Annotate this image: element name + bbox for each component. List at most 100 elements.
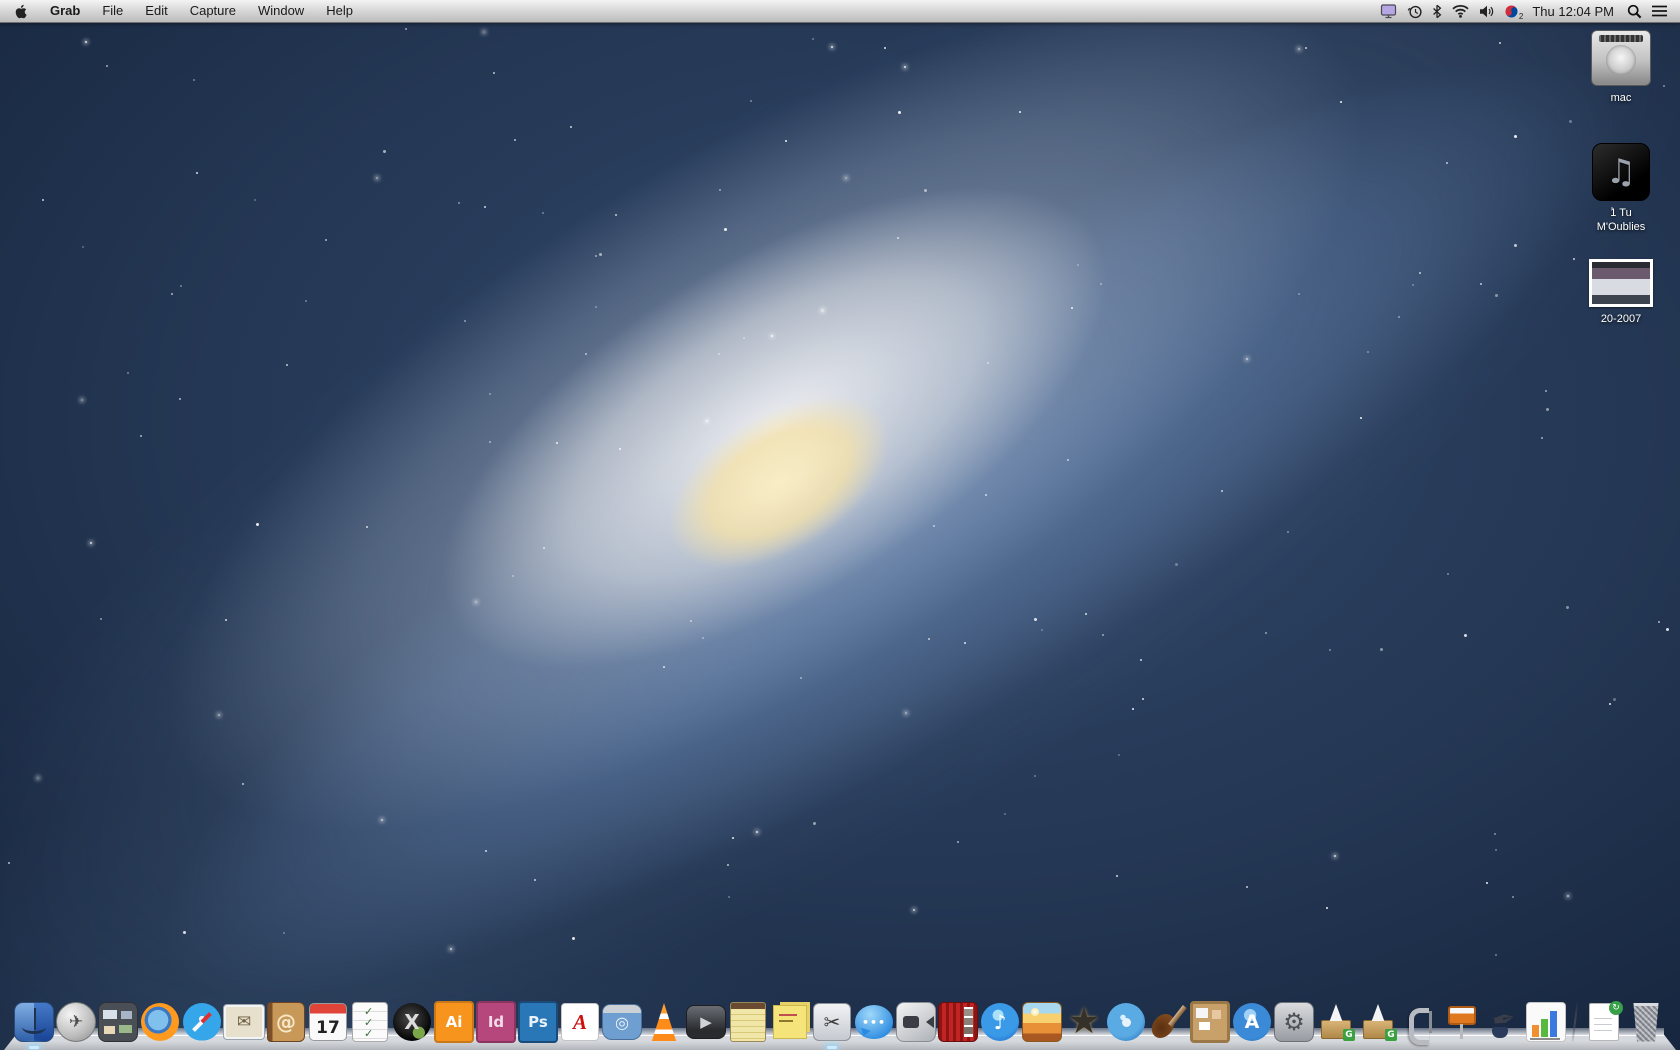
dock-icon-reminders[interactable]: ✓✓✓ — [350, 1002, 390, 1042]
hard-drive-icon — [1591, 30, 1651, 86]
desktop-screen: Grab File Edit Capture Window Help 2 Thu… — [0, 0, 1680, 1050]
dock-icon-messages[interactable]: ••• — [854, 1002, 894, 1042]
app-store-icon: A — [1233, 1003, 1271, 1041]
dock-icon-photoshop[interactable]: Ps — [518, 1001, 558, 1043]
dock-icon-itunes[interactable]: ♪ — [980, 1002, 1020, 1042]
imovie-star-icon: ★ — [1067, 1001, 1101, 1042]
bluetooth-icon[interactable] — [1432, 4, 1442, 19]
menu-clock[interactable]: Thu 12:04 PM — [1528, 4, 1618, 19]
audio-file-icon: ♫ — [1592, 143, 1650, 201]
dock-icon-system-preferences[interactable]: ⚙ — [1274, 1002, 1314, 1042]
dock-icon-launchpad[interactable]: ✈ — [56, 1002, 96, 1042]
running-indicator — [29, 1046, 39, 1049]
dock-icon-numbers[interactable] — [1526, 1002, 1566, 1042]
dock-icon-finder[interactable] — [14, 1002, 54, 1049]
wallpaper — [0, 0, 1680, 1050]
korean-input-flag-icon — [1505, 5, 1518, 17]
dock-icon-pages[interactable]: ✒ — [1484, 1000, 1524, 1042]
wifi-icon[interactable] — [1451, 4, 1470, 18]
dock-icon-keynote[interactable] — [1442, 1002, 1482, 1042]
iphoto-sunset-icon — [1022, 1002, 1062, 1042]
photoshop-icon: Ps — [518, 1001, 558, 1043]
desktop-icon-mac[interactable]: mac — [1573, 30, 1669, 105]
desktop-icon-audio-file[interactable]: ♫ 1 Tu M'Oublies — [1573, 143, 1669, 234]
menu-capture[interactable]: Capture — [179, 0, 247, 22]
dock-icon-corkboard[interactable] — [1190, 1001, 1230, 1043]
input-source-menu[interactable]: 2 — [1504, 4, 1523, 21]
calendar-icon: 17 — [309, 1003, 347, 1041]
volume-icon[interactable] — [1479, 5, 1495, 18]
dock-icon-iphoto[interactable] — [1022, 1002, 1062, 1042]
apple-logo-icon — [15, 4, 27, 18]
dock-icon-calendar[interactable]: 17 — [308, 1002, 348, 1042]
dock-icon-stuffit[interactable] — [1400, 1002, 1440, 1045]
safari-compass-icon — [183, 1003, 221, 1041]
menu-window[interactable]: Window — [247, 0, 315, 22]
menu-grab[interactable]: Grab — [39, 0, 91, 22]
stuffit-expander-box-icon: G — [1317, 1003, 1355, 1041]
dock-icon-stickies[interactable] — [770, 1002, 810, 1042]
finder-icon — [14, 1002, 54, 1042]
menu-file[interactable]: File — [91, 0, 134, 22]
dock-icon-toast[interactable]: ◎ — [602, 1002, 642, 1042]
dock-icon-photo-booth[interactable] — [938, 1002, 978, 1042]
notepad-icon — [730, 1002, 766, 1042]
dock-icon-safari[interactable] — [182, 1002, 222, 1042]
dock-separator — [1568, 1002, 1582, 1042]
starfield — [0, 0, 1680, 1050]
x11-icon: X — [393, 1003, 431, 1041]
notification-center-icon[interactable] — [1651, 5, 1668, 17]
indesign-icon: Id — [476, 1001, 516, 1043]
vlc-cone-icon — [651, 1003, 677, 1041]
dock-icon-mission-control[interactable] — [98, 1002, 138, 1042]
launchpad-rocket-icon: ✈ — [56, 1002, 96, 1042]
menu-help[interactable]: Help — [315, 0, 364, 22]
dock-icon-dropstuff[interactable]: G — [1358, 1002, 1398, 1042]
desktop-icon-label: 20-2007 — [1600, 313, 1642, 325]
dock-icon-mail[interactable]: ✉ — [224, 1002, 264, 1042]
toast-burner-icon: ◎ — [602, 1004, 642, 1040]
dock-icon-garageband[interactable] — [1148, 1002, 1188, 1042]
garageband-guitar-icon — [1149, 1003, 1187, 1041]
dock-icon-grab[interactable]: ✂ — [812, 1002, 852, 1049]
dock-icon-notepad[interactable] — [728, 1002, 768, 1042]
time-machine-icon[interactable] — [1407, 4, 1423, 19]
dock-icon-app-store[interactable]: A — [1232, 1002, 1272, 1042]
dock-icon-video-player[interactable]: ▶ — [686, 1002, 726, 1042]
video-player-icon: ▶ — [686, 1005, 726, 1039]
dock-icon-stuffit-expander[interactable]: G — [1316, 1002, 1356, 1042]
dock-icon-document[interactable]: ↻ — [1584, 1001, 1624, 1042]
desktop-icon-screenshot[interactable]: 20-2007 — [1573, 259, 1669, 326]
dock: ✈ ✉ @ 17 ✓✓✓ X Ai Id Ps A ◎ ▶ ✂ ••• ♪ ★ — [0, 988, 1680, 1050]
dock-icon-contacts[interactable]: @ — [266, 1002, 306, 1042]
illustrator-icon: Ai — [434, 1001, 474, 1043]
itunes-note-icon: ♪ — [981, 1003, 1019, 1041]
spotlight-icon[interactable] — [1627, 4, 1642, 19]
clamp-icon — [1401, 1003, 1439, 1045]
mission-control-icon — [98, 1002, 138, 1042]
dock-icon-firefox[interactable] — [140, 1002, 180, 1042]
dock-icon-vlc[interactable] — [644, 1002, 684, 1042]
dock-icon-acrobat[interactable]: A — [560, 1002, 600, 1042]
dropstuff-box-icon: G — [1359, 1003, 1397, 1041]
address-book-icon: @ — [267, 1002, 305, 1042]
reminders-checklist-icon: ✓✓✓ — [352, 1002, 388, 1042]
idvd-disc-icon — [1107, 1003, 1145, 1041]
dock-icon-imovie[interactable]: ★ — [1064, 1002, 1104, 1042]
dock-icon-facetime[interactable] — [896, 1002, 936, 1042]
stickies-icon — [773, 1005, 807, 1039]
dock-icon-illustrator[interactable]: Ai — [434, 1001, 474, 1043]
menu-bar-status-area: 2 Thu 12:04 PM — [1380, 3, 1680, 21]
display-icon[interactable] — [1380, 3, 1398, 19]
gear-icon: ⚙ — [1274, 1002, 1314, 1042]
dock-icon-trash[interactable] — [1626, 1002, 1666, 1042]
corkboard-icon — [1190, 1001, 1230, 1043]
apple-menu[interactable] — [0, 4, 39, 19]
messages-bubble-icon: ••• — [855, 1005, 893, 1039]
menu-edit[interactable]: Edit — [134, 0, 178, 22]
dock-icon-indesign[interactable]: Id — [476, 1001, 516, 1043]
dock-icon-idvd[interactable] — [1106, 1002, 1146, 1042]
acrobat-icon: A — [561, 1003, 599, 1041]
dock-icon-x11[interactable]: X — [392, 1002, 432, 1042]
menu-bar: Grab File Edit Capture Window Help 2 Thu… — [0, 0, 1680, 23]
